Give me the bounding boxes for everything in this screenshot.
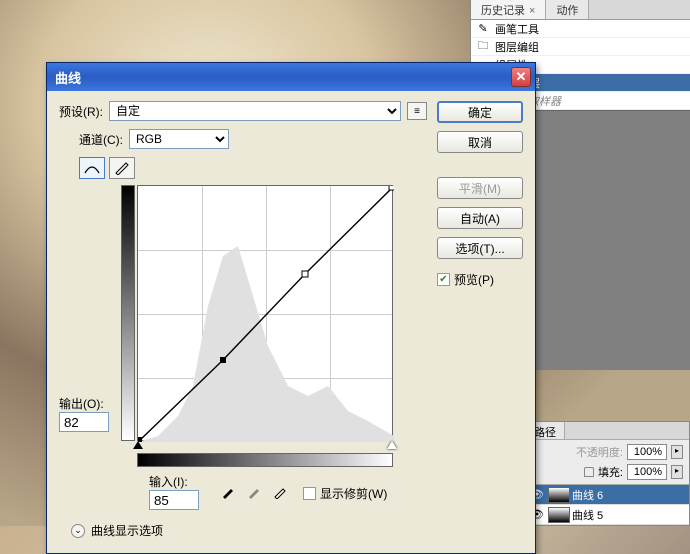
tab-actions[interactable]: 动作 xyxy=(546,0,589,19)
channel-select[interactable]: RGB xyxy=(129,129,229,149)
chevron-down-icon[interactable]: ▸ xyxy=(671,445,683,459)
close-icon[interactable]: × xyxy=(529,5,535,17)
layers-tabs: 路径 xyxy=(526,422,689,440)
layer-thumb xyxy=(548,487,570,503)
auto-label: 自动(A) xyxy=(460,210,500,227)
smooth-button[interactable]: 平滑(M) xyxy=(437,177,523,199)
input-label: 输入(I): xyxy=(149,473,188,490)
tab-history[interactable]: 历史记录 × xyxy=(471,0,546,19)
folder-icon: 🗀 xyxy=(475,40,491,54)
display-options-toggle[interactable]: ⌄ 曲线显示选项 xyxy=(71,522,427,539)
output-input[interactable] xyxy=(59,412,109,432)
display-options-label: 曲线显示选项 xyxy=(91,522,163,539)
chevron-down-icon[interactable]: ▸ xyxy=(671,465,683,479)
layer-label: 曲线 5 xyxy=(572,507,603,523)
auto-button[interactable]: 自动(A) xyxy=(437,207,523,229)
history-item-label: 图层编组 xyxy=(495,39,539,55)
checkbox-icon xyxy=(303,487,316,500)
history-panel-tabs: 历史记录 × 动作 xyxy=(471,0,690,20)
tab-history-label: 历史记录 xyxy=(481,5,525,17)
show-clipping-checkbox[interactable]: 显示修剪(W) xyxy=(303,485,387,502)
layer-label: 曲线 6 xyxy=(572,487,603,503)
layer-row[interactable]: 👁 曲线 5 xyxy=(526,505,689,525)
dialog-title: 曲线 xyxy=(55,68,81,87)
pencil-icon xyxy=(114,161,130,175)
dialog-titlebar[interactable]: 曲线 ✕ xyxy=(47,63,535,91)
white-eyedropper-icon[interactable] xyxy=(271,483,289,501)
ok-button[interactable]: 确定 xyxy=(437,101,523,123)
layers-panel: 路径 不透明度: 100% ▸ 填充: 100% ▸ 👁 曲线 6 👁 曲线 5 xyxy=(525,421,690,526)
preset-select[interactable]: 自定 xyxy=(109,101,401,121)
input-input[interactable] xyxy=(149,490,199,510)
preset-label: 预设(R): xyxy=(59,103,103,120)
smooth-label: 平滑(M) xyxy=(459,180,501,197)
output-gradient xyxy=(121,185,135,441)
layer-thumb xyxy=(548,507,570,523)
cancel-label: 取消 xyxy=(468,134,492,151)
curve-icon xyxy=(83,161,101,175)
history-item[interactable]: 🗀 图层编组 xyxy=(471,38,690,56)
options-label: 选项(T)... xyxy=(455,240,504,257)
history-item-label: 画笔工具 xyxy=(495,21,539,37)
input-gradient xyxy=(137,453,393,467)
cancel-button[interactable]: 取消 xyxy=(437,131,523,153)
gray-eyedropper-icon[interactable] xyxy=(245,483,263,501)
show-clipping-label: 显示修剪(W) xyxy=(320,485,387,502)
options-button[interactable]: 选项(T)... xyxy=(437,237,523,259)
opacity-label: 不透明度: xyxy=(576,444,623,460)
curves-dialog: 曲线 ✕ 预设(R): 自定 ≡ 通道(C): RGB xyxy=(46,62,536,554)
curve-draw-tool[interactable] xyxy=(109,157,135,179)
output-label: 输出(O): xyxy=(59,395,104,412)
layer-row[interactable]: 👁 曲线 6 xyxy=(526,485,689,505)
layer-list: 👁 曲线 6 👁 曲线 5 xyxy=(526,484,689,525)
curves-graph[interactable] xyxy=(137,185,393,441)
checkbox-checked-icon: ✔ xyxy=(437,273,450,286)
brush-icon: ✎ xyxy=(475,22,491,36)
opacity-value[interactable]: 100% xyxy=(627,444,667,460)
black-eyedropper-icon[interactable] xyxy=(219,483,237,501)
histogram xyxy=(138,186,394,442)
tab-actions-label: 动作 xyxy=(556,5,578,17)
white-point-handle[interactable] xyxy=(387,441,397,449)
tab-paths-label: 路径 xyxy=(534,427,556,439)
preset-menu-icon[interactable]: ≡ xyxy=(407,102,427,120)
fill-label: 填充: xyxy=(598,464,623,480)
lock-icon[interactable] xyxy=(584,467,594,477)
preview-label: 预览(P) xyxy=(454,271,494,288)
ok-label: 确定 xyxy=(468,104,492,121)
close-button[interactable]: ✕ xyxy=(511,67,531,87)
fill-value[interactable]: 100% xyxy=(627,464,667,480)
curve-point-tool[interactable] xyxy=(79,157,105,179)
black-point-handle[interactable] xyxy=(133,441,143,449)
history-item[interactable]: ✎ 画笔工具 xyxy=(471,20,690,38)
preview-checkbox[interactable]: ✔ 预览(P) xyxy=(437,271,523,288)
layers-options: 不透明度: 100% ▸ 填充: 100% ▸ xyxy=(526,440,689,484)
channel-label: 通道(C): xyxy=(79,131,123,148)
